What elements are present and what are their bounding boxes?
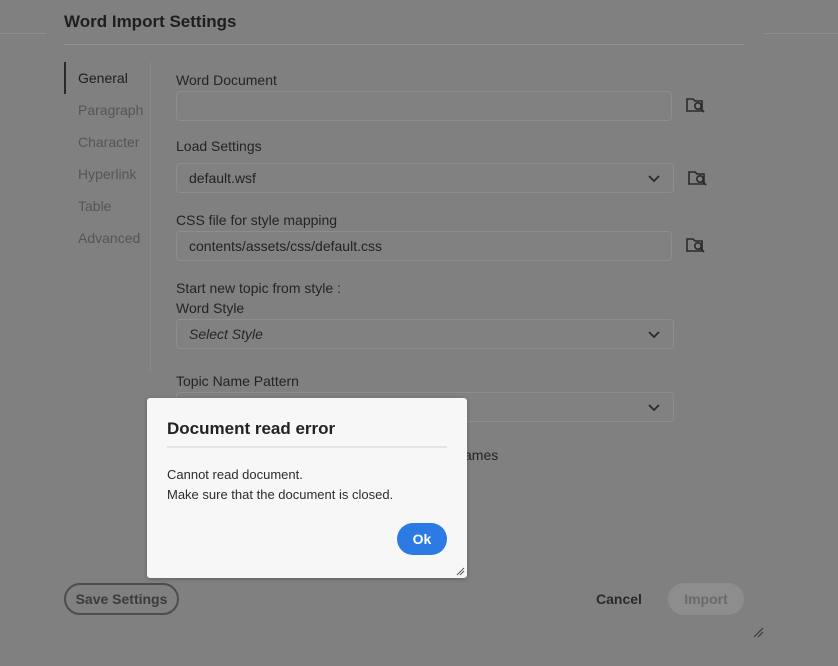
word-style-value: Select Style — [189, 326, 263, 342]
checkbox-label-partial: ames — [464, 447, 499, 463]
save-settings-button[interactable]: Save Settings — [64, 583, 179, 615]
folder-search-icon[interactable] — [686, 236, 706, 254]
title-divider — [64, 44, 744, 45]
css-file-input[interactable]: contents/assets/css/default.css — [176, 231, 672, 261]
chevron-down-icon — [648, 175, 660, 183]
word-document-label: Word Document — [176, 72, 277, 88]
nav-item-advanced[interactable]: Advanced — [78, 230, 140, 246]
word-document-input[interactable] — [176, 91, 672, 121]
nav-item-hyperlink[interactable]: Hyperlink — [78, 166, 136, 182]
load-settings-label: Load Settings — [176, 138, 262, 154]
resize-grip-icon[interactable] — [456, 567, 465, 576]
dialog-title: Word Import Settings — [64, 12, 237, 31]
nav-item-character[interactable]: Character — [78, 134, 139, 150]
modal-divider — [167, 446, 447, 448]
topic-name-pattern-label: Topic Name Pattern — [176, 373, 299, 389]
resize-grip-icon[interactable] — [752, 626, 764, 638]
chevron-down-icon — [648, 331, 660, 339]
load-settings-select[interactable]: default.wsf — [176, 163, 674, 193]
folder-search-icon[interactable] — [686, 96, 706, 114]
load-settings-value: default.wsf — [189, 170, 256, 186]
nav-item-paragraph[interactable]: Paragraph — [78, 102, 143, 118]
word-style-select[interactable]: Select Style — [176, 319, 674, 349]
nav-active-indicator — [64, 62, 66, 94]
edge-line-left — [0, 33, 46, 34]
cancel-button[interactable]: Cancel — [588, 583, 650, 615]
modal-message-line-2: Make sure that the document is closed. — [167, 487, 394, 502]
folder-search-icon[interactable] — [688, 169, 708, 187]
new-topic-heading: Start new topic from style : — [176, 280, 341, 296]
nav-item-table[interactable]: Table — [78, 198, 111, 214]
css-file-value: contents/assets/css/default.css — [189, 238, 382, 254]
modal-title: Document read error — [167, 419, 336, 438]
chevron-down-icon — [648, 404, 660, 412]
css-file-label: CSS file for style mapping — [176, 212, 338, 228]
document-read-error-modal: Document read error Cannot read document… — [147, 398, 467, 578]
word-style-label: Word Style — [176, 300, 245, 316]
import-button[interactable]: Import — [668, 583, 744, 615]
ok-button[interactable]: Ok — [397, 523, 447, 555]
edge-line-right — [764, 33, 838, 34]
nav-item-general[interactable]: General — [78, 70, 128, 86]
settings-nav: General Paragraph Character Hyperlink Ta… — [64, 62, 151, 372]
modal-message-line-1: Cannot read document. — [167, 467, 303, 482]
